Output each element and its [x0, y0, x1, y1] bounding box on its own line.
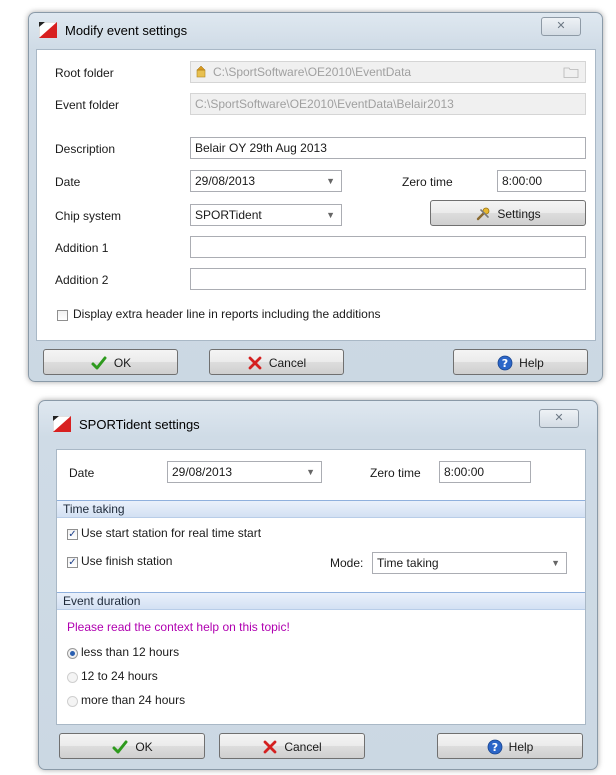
- help-button[interactable]: ? Help: [453, 349, 588, 375]
- ok-button[interactable]: OK: [59, 733, 205, 759]
- mode-label: Mode:: [330, 556, 364, 570]
- cancel-button-label: Cancel: [284, 739, 322, 754]
- help-button[interactable]: ? Help: [437, 733, 583, 759]
- event-folder-field: C:\SportSoftware\OE2010\EventData\Belair…: [190, 93, 586, 115]
- checkmark-icon: [112, 740, 128, 754]
- chip-system-value: SPORTident: [195, 208, 262, 222]
- app-logo-icon: [39, 22, 57, 38]
- duration-option-label: 12 to 24 hours: [81, 669, 158, 683]
- checkmark-icon: [91, 356, 107, 370]
- chevron-down-icon[interactable]: ▼: [326, 205, 335, 225]
- duration-radio-less-than-12[interactable]: [67, 648, 78, 659]
- mode-value: Time taking: [377, 556, 439, 570]
- cancel-button-label: Cancel: [268, 355, 307, 370]
- folder-browse-icon[interactable]: [563, 66, 579, 78]
- use-finish-station-label: Use finish station: [81, 554, 173, 568]
- settings-tools-icon: [477, 207, 490, 221]
- chevron-down-icon[interactable]: ▼: [326, 171, 335, 191]
- context-help-note: Please read the context help on this top…: [67, 620, 290, 634]
- extra-header-checkbox[interactable]: [57, 310, 68, 321]
- zero-time-label: Zero time: [370, 466, 421, 480]
- date-combo[interactable]: 29/08/2013 ▼: [190, 170, 342, 192]
- chip-system-combo[interactable]: SPORTident ▼: [190, 204, 342, 226]
- duration-radio-12-to-24[interactable]: [67, 672, 78, 683]
- use-start-station-checkbox[interactable]: ✓: [67, 529, 78, 540]
- cancel-button[interactable]: Cancel: [209, 349, 344, 375]
- chevron-down-icon[interactable]: ▼: [306, 462, 315, 482]
- use-finish-station-checkbox[interactable]: ✓: [67, 557, 78, 568]
- date-value: 29/08/2013: [172, 465, 233, 479]
- duration-option-label: more than 24 hours: [81, 693, 186, 707]
- help-button-label: Help: [508, 739, 534, 754]
- use-start-station-label: Use start station for real time start: [81, 526, 262, 540]
- ok-button-label: OK: [135, 739, 153, 754]
- root-folder-field: C:\SportSoftware\OE2010\EventData: [190, 61, 586, 83]
- date-label: Date: [55, 175, 81, 189]
- addition2-input[interactable]: [190, 268, 586, 290]
- chevron-down-icon[interactable]: ▼: [551, 553, 560, 573]
- zero-time-input[interactable]: 8:00:00: [439, 461, 531, 483]
- cross-icon: [248, 356, 262, 370]
- event-settings-panel: Root folder C:\SportSoftware\OE2010\Even…: [36, 49, 596, 341]
- event-folder-label: Event folder: [55, 98, 120, 112]
- title-bar[interactable]: SPORTident settings ✕: [39, 401, 597, 435]
- cross-icon: [263, 740, 277, 754]
- dialog-title: Modify event settings: [65, 23, 188, 38]
- duration-option-label: less than 12 hours: [81, 645, 180, 659]
- close-button[interactable]: ✕: [541, 17, 581, 36]
- settings-button-label: Settings: [497, 206, 541, 221]
- ok-button[interactable]: OK: [43, 349, 178, 375]
- title-bar[interactable]: Modify event settings ✕: [29, 13, 602, 47]
- addition1-input[interactable]: [190, 236, 586, 258]
- folder-icon: [196, 65, 206, 78]
- svg-text:?: ?: [502, 357, 508, 370]
- duration-radio-more-than-24[interactable]: [67, 696, 78, 707]
- time-taking-section-header: Time taking: [57, 500, 585, 518]
- description-label: Description: [55, 142, 116, 156]
- close-button[interactable]: ✕: [539, 409, 579, 428]
- addition1-label: Addition 1: [55, 241, 109, 255]
- root-folder-value: C:\SportSoftware\OE2010\EventData: [213, 65, 412, 79]
- event-duration-section-header: Event duration: [57, 592, 585, 610]
- ok-button-label: OK: [113, 355, 132, 370]
- extra-header-label: Display extra header line in reports inc…: [73, 307, 381, 321]
- root-folder-label: Root folder: [55, 66, 114, 80]
- date-value: 29/08/2013: [195, 174, 256, 188]
- addition2-label: Addition 2: [55, 273, 109, 287]
- dialog-title: SPORTident settings: [79, 417, 200, 432]
- help-button-label: Help: [519, 355, 544, 370]
- help-icon: ?: [487, 739, 503, 755]
- help-icon: ?: [497, 355, 513, 371]
- date-label: Date: [69, 466, 95, 480]
- mode-combo[interactable]: Time taking ▼: [372, 552, 567, 574]
- settings-button[interactable]: Settings: [430, 200, 586, 226]
- cancel-button[interactable]: Cancel: [219, 733, 365, 759]
- app-logo-icon: [53, 416, 71, 432]
- chip-system-label: Chip system: [55, 209, 122, 223]
- sportident-settings-dialog: SPORTident settings ✕ Date 29/08/2013 ▼ …: [38, 400, 598, 770]
- modify-event-settings-dialog: Modify event settings ✕ Root folder C:\S…: [28, 12, 603, 382]
- date-combo[interactable]: 29/08/2013 ▼: [167, 461, 322, 483]
- zero-time-label: Zero time: [402, 175, 453, 189]
- description-input[interactable]: Belair OY 29th Aug 2013: [190, 137, 586, 159]
- sportident-settings-panel: Date 29/08/2013 ▼ Zero time 8:00:00 Time…: [56, 449, 586, 725]
- zero-time-input[interactable]: 8:00:00: [497, 170, 586, 192]
- svg-text:?: ?: [491, 741, 497, 754]
